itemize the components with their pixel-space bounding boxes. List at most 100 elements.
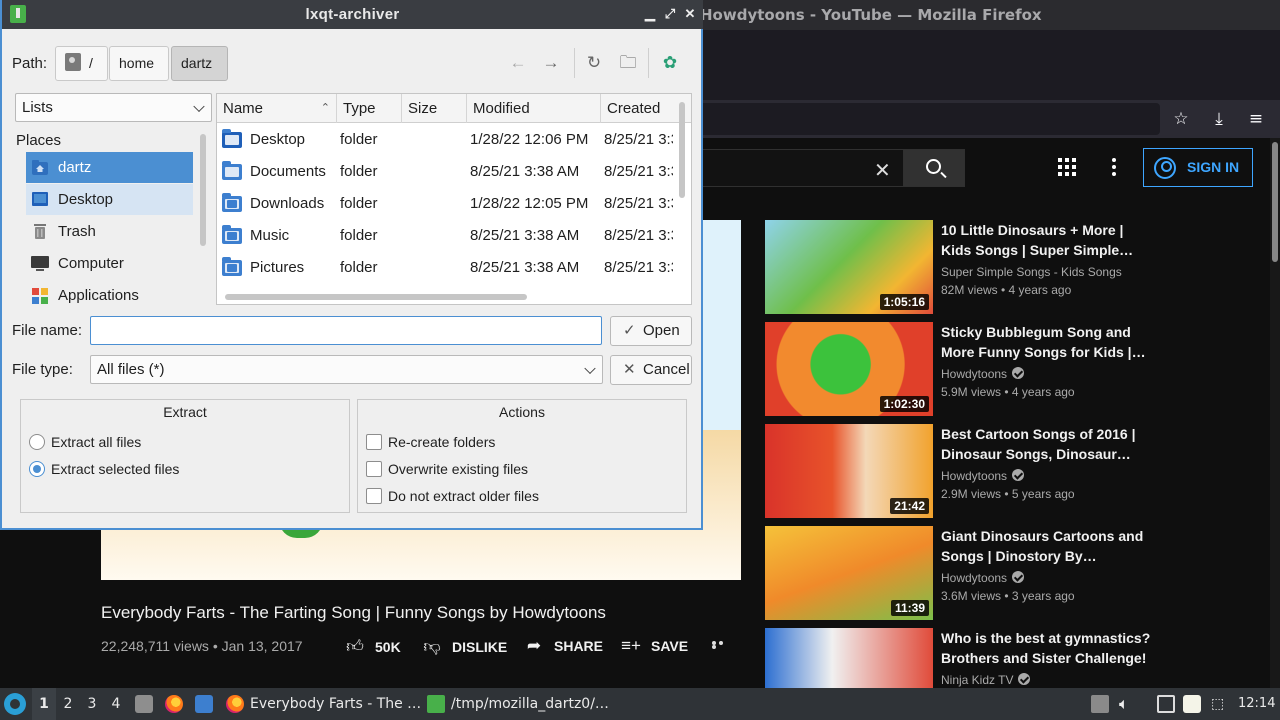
place-computer[interactable]: Computer	[26, 248, 193, 279]
recommendation-item[interactable]: 1:02:30 Sticky Bubblegum Song and More F…	[765, 322, 1165, 416]
recommendation-item[interactable]: 11:39 Giant Dinosaurs Cartoons and Songs…	[765, 526, 1165, 620]
yt-search-button[interactable]	[903, 149, 965, 187]
column-header-type[interactable]: Type	[337, 94, 402, 123]
places-scrollbar[interactable]	[200, 134, 206, 246]
column-header-size[interactable]: Size	[402, 94, 467, 123]
radio-button-checked[interactable]	[29, 461, 45, 477]
dislike-button[interactable]: 👎︎ DISLIKE	[420, 636, 507, 657]
video-thumbnail[interactable]	[765, 628, 933, 688]
file-manager-launcher-icon[interactable]	[135, 695, 153, 713]
url-bar[interactable]	[690, 103, 1160, 135]
start-menu-icon[interactable]	[4, 693, 26, 715]
radio-button[interactable]	[29, 434, 45, 450]
screen-icon[interactable]	[1157, 695, 1175, 713]
recommendation-stats: 3.6M views • 3 years ago	[941, 589, 1075, 603]
place-dartz[interactable]: dartz	[26, 152, 193, 183]
view-settings-icon[interactable]: ✿	[659, 52, 681, 74]
firefox-launcher-icon[interactable]	[165, 695, 183, 713]
downloads-icon[interactable]: ⤓	[1208, 108, 1230, 130]
filetype-select[interactable]: All files (*)	[90, 355, 603, 384]
new-folder-icon[interactable]: 🗀	[617, 52, 639, 74]
file-row[interactable]: Downloads folder 1/28/22 12:05 PM 8/25/2…	[217, 188, 673, 220]
path-crumb-home[interactable]: home	[109, 46, 169, 81]
recommendation-title[interactable]: 10 Little Dinosaurs + More | Kids Songs …	[941, 220, 1151, 260]
desktop-switch-2[interactable]: 2	[56, 688, 80, 720]
minimize-icon[interactable]: ▁	[642, 5, 658, 23]
file-row[interactable]: Desktop folder 1/28/22 12:06 PM 8/25/21 …	[217, 124, 673, 156]
home-folder-icon	[32, 160, 48, 175]
page-scrollbar[interactable]	[1270, 138, 1280, 688]
file-list-vscrollbar[interactable]	[679, 102, 685, 198]
back-arrow-icon[interactable]: ←	[507, 52, 529, 74]
apps-grid-icon[interactable]	[1058, 158, 1076, 176]
recommendation-title[interactable]: Giant Dinosaurs Cartoons and Songs | Din…	[941, 526, 1151, 566]
volume-icon[interactable]: 🔈︎	[1119, 695, 1137, 713]
recommendation-item[interactable]: Who is the best at gymnastics? Brothers …	[765, 628, 1165, 688]
desktop-launcher-icon[interactable]	[195, 695, 213, 713]
checkbox[interactable]	[366, 434, 382, 450]
skip-older-files-checkbox[interactable]: Do not extract older files	[366, 486, 539, 506]
eject-icon[interactable]	[1091, 695, 1109, 713]
forward-arrow-icon[interactable]: →	[540, 52, 562, 74]
more-options-icon[interactable]	[1112, 158, 1116, 176]
notification-icon[interactable]: ⬚	[1211, 695, 1229, 713]
recommendation-channel: Howdytoons	[941, 367, 1025, 381]
extract-selected-radio[interactable]: Extract selected files	[29, 459, 179, 479]
overwrite-files-checkbox[interactable]: Overwrite existing files	[366, 459, 528, 479]
recreate-folders-checkbox[interactable]: Re-create folders	[366, 432, 495, 452]
place-trash[interactable]: Trash	[26, 216, 193, 247]
video-thumbnail[interactable]: 1:02:30	[765, 322, 933, 416]
desktop-switch-3[interactable]: 3	[80, 688, 104, 720]
more-actions-icon[interactable]	[712, 641, 730, 649]
place-desktop[interactable]: Desktop	[26, 184, 193, 215]
chevron-down-icon	[584, 362, 596, 374]
recommendation-item[interactable]: 21:42 Best Cartoon Songs of 2016 | Dinos…	[765, 424, 1165, 518]
path-crumb-root[interactable]: /	[55, 46, 108, 81]
sign-in-button[interactable]: SIGN IN	[1143, 148, 1253, 187]
recommendation-title[interactable]: Best Cartoon Songs of 2016 | Dinosaur So…	[941, 424, 1151, 464]
clear-search-icon[interactable]: ✕	[874, 158, 891, 182]
desktop-switch-1[interactable]: 1	[32, 688, 56, 720]
maximize-icon[interactable]: ⤢	[662, 5, 678, 23]
file-list-hscrollbar[interactable]	[225, 294, 527, 300]
clipboard-icon[interactable]	[1183, 695, 1201, 713]
place-applications[interactable]: Applications	[26, 280, 193, 311]
task-firefox[interactable]: Everybody Farts - The …	[226, 688, 421, 720]
reload-icon[interactable]: ↻	[583, 52, 605, 74]
file-row[interactable]: Documents folder 8/25/21 3:38 AM 8/25/21…	[217, 156, 673, 188]
filename-input[interactable]	[90, 316, 602, 345]
close-icon: ✕	[623, 361, 636, 378]
path-crumb-dartz[interactable]: dartz	[171, 46, 228, 81]
actions-group-title: Actions	[499, 404, 545, 420]
view-mode-select[interactable]: Lists	[15, 93, 212, 122]
bookmark-star-icon[interactable]: ☆	[1170, 108, 1192, 130]
checkbox[interactable]	[366, 488, 382, 504]
share-button[interactable]: ➦ SHARE	[522, 636, 603, 656]
like-button[interactable]: 👍︎ 50K	[343, 636, 401, 657]
recommendation-title[interactable]: Sticky Bubblegum Song and More Funny Son…	[941, 322, 1151, 362]
video-thumbnail[interactable]: 21:42	[765, 424, 933, 518]
column-header-created[interactable]: Created	[601, 94, 691, 123]
video-thumbnail[interactable]: 11:39	[765, 526, 933, 620]
open-button[interactable]: ✓ Open	[610, 316, 692, 346]
recommendation-item[interactable]: 1:05:16 10 Little Dinosaurs + More | Kid…	[765, 220, 1165, 314]
dialog-titlebar[interactable]: lxqt-archiver ▁ ⤢ ✕	[2, 0, 703, 29]
firefox-window-title: Howdytoons - YouTube — Mozilla Firefox	[700, 6, 1042, 24]
video-thumbnail[interactable]: 1:05:16	[765, 220, 933, 314]
desktop-switch-4[interactable]: 4	[104, 688, 128, 720]
file-row[interactable]: Pictures folder 8/25/21 3:38 AM 8/25/21 …	[217, 252, 673, 284]
close-icon[interactable]: ✕	[682, 5, 698, 23]
clock[interactable]: 12:14	[1238, 688, 1275, 720]
extract-all-radio[interactable]: Extract all files	[29, 432, 141, 452]
checkbox[interactable]	[366, 461, 382, 477]
hamburger-menu-icon[interactable]: ≡	[1245, 108, 1267, 130]
video-meta: 22,248,711 views • Jan 13, 2017	[101, 638, 303, 654]
recommendation-title[interactable]: Who is the best at gymnastics? Brothers …	[941, 628, 1151, 668]
column-header-name[interactable]: Name ⌃	[217, 94, 337, 123]
cancel-button[interactable]: ✕ Cancel	[610, 355, 692, 385]
task-archiver[interactable]: /tmp/mozilla_dartz0/…	[427, 688, 617, 720]
filename-label: File name:	[12, 322, 83, 339]
column-header-modified[interactable]: Modified	[467, 94, 601, 123]
file-row[interactable]: Music folder 8/25/21 3:38 AM 8/25/21 3:3…	[217, 220, 673, 252]
save-button[interactable]: ≡+ SAVE	[619, 636, 688, 656]
